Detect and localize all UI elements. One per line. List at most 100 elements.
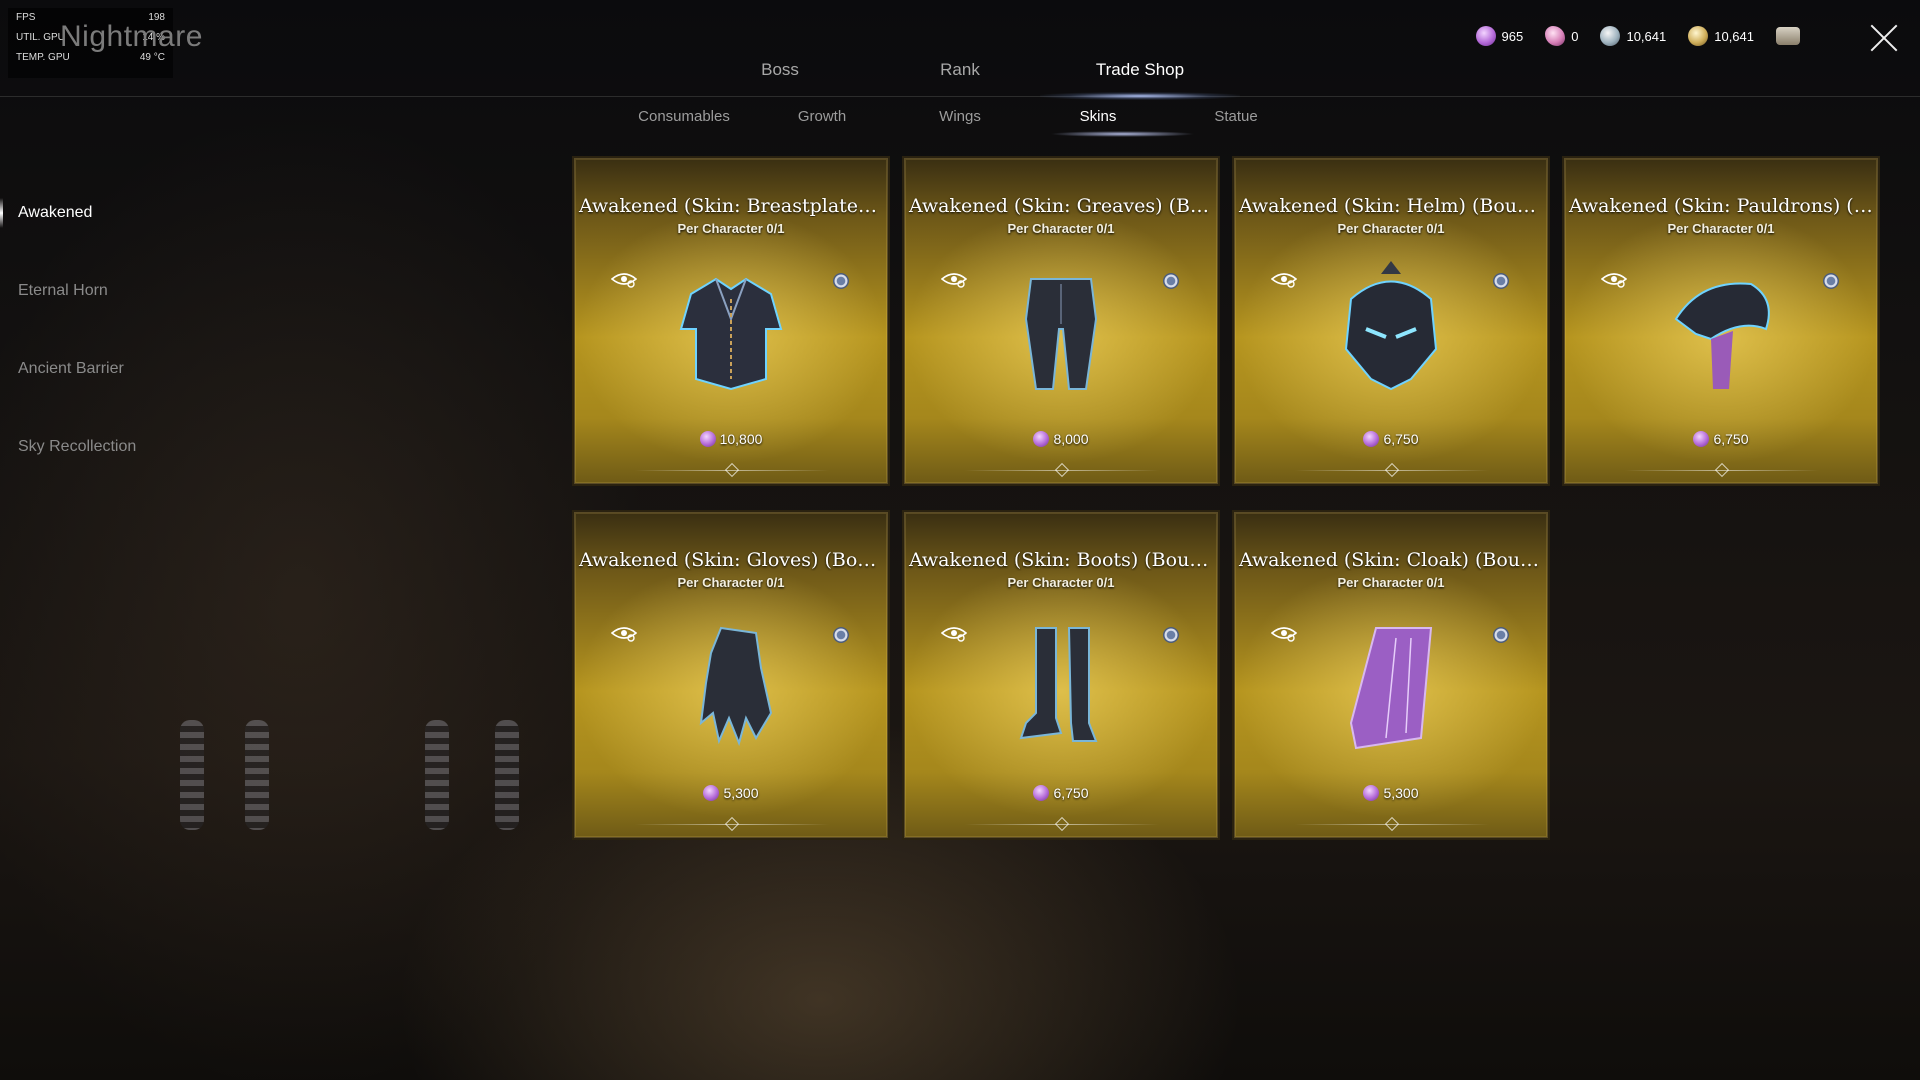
price-value: 6,750 — [1383, 431, 1419, 447]
subtab-growth[interactable]: Growth — [798, 108, 846, 125]
item-title: Awakened (Skin: Boots) (Bound) — [909, 549, 1217, 571]
zoom-icon[interactable] — [1493, 627, 1509, 643]
card-divider — [635, 465, 829, 475]
shop-item-card-helm[interactable]: Awakened (Skin: Helm) (Bound) Per Charac… — [1234, 158, 1548, 484]
price-value: 5,300 — [723, 785, 759, 801]
card-divider — [1295, 819, 1489, 829]
purchase-limit: Per Character 0/1 — [1667, 221, 1775, 236]
item-price: 8,000 — [905, 431, 1217, 447]
purchase-limit: Per Character 0/1 — [677, 575, 785, 590]
currency-value: 0 — [1571, 28, 1579, 44]
category-sidebar: Awakened Eternal Horn Ancient Barrier Sk… — [0, 190, 300, 502]
main-tabs: Boss Rank Trade Shop — [0, 60, 1920, 96]
currency-scroll[interactable] — [1776, 27, 1800, 45]
tab-rank[interactable]: Rank — [940, 60, 980, 80]
shop-item-card-greaves[interactable]: Awakened (Skin: Greaves) (Bound) Per Cha… — [904, 158, 1218, 484]
shop-item-card-breastplate[interactable]: Awakened (Skin: Breastplate) (Bound) Per… — [574, 158, 888, 484]
shop-item-card-pauldrons[interactable]: Awakened (Skin: Pauldrons) (Bound) Per C… — [1564, 158, 1878, 484]
shop-item-card-gloves[interactable]: Awakened (Skin: Gloves) (Bound) Per Char… — [574, 512, 888, 838]
price-value: 6,750 — [1053, 785, 1089, 801]
purple-gem-icon — [1693, 431, 1710, 447]
currency-purple-gem[interactable]: 965 — [1475, 26, 1524, 46]
item-price: 6,750 — [905, 785, 1217, 801]
card-divider — [1295, 465, 1489, 475]
subtab-consumables[interactable]: Consumables — [638, 108, 730, 125]
tab-divider — [0, 96, 1920, 97]
background-window — [180, 720, 204, 830]
preview-eye-icon[interactable] — [1271, 271, 1297, 289]
card-divider — [635, 819, 829, 829]
cloak-icon — [1349, 627, 1433, 750]
helm-icon — [1344, 261, 1438, 391]
close-button[interactable] — [1868, 22, 1900, 54]
preview-eye-icon[interactable] — [611, 625, 637, 643]
overlay-label: UTIL. GPU — [16, 32, 65, 43]
shop-item-card-boots[interactable]: Awakened (Skin: Boots) (Bound) Per Chara… — [904, 512, 1218, 838]
item-price: 5,300 — [575, 785, 887, 801]
pauldrons-icon — [1674, 282, 1770, 389]
purchase-limit: Per Character 0/1 — [1007, 575, 1115, 590]
sidebar-item-eternal-horn[interactable]: Eternal Horn — [0, 268, 300, 346]
item-title: Awakened (Skin: Greaves) (Bound) — [909, 195, 1217, 217]
currency-gold-coin[interactable]: 10,641 — [1688, 26, 1754, 46]
background-window — [245, 720, 269, 830]
zoom-icon[interactable] — [1823, 273, 1839, 289]
currency-bar: 965 0 10,641 10,641 — [1475, 26, 1800, 46]
preview-eye-icon[interactable] — [941, 271, 967, 289]
subtab-statue[interactable]: Statue — [1214, 108, 1257, 125]
purple-gem-icon — [699, 431, 716, 447]
zoom-icon[interactable] — [833, 273, 849, 289]
greaves-icon — [1024, 278, 1098, 390]
sidebar-item-sky-recollection[interactable]: Sky Recollection — [0, 424, 300, 502]
price-value: 5,300 — [1383, 785, 1419, 801]
currency-value: 10,641 — [1714, 28, 1754, 44]
subtab-wings[interactable]: Wings — [939, 108, 981, 125]
item-title: Awakened (Skin: Cloak) (Bound) — [1239, 549, 1547, 571]
preview-eye-icon[interactable] — [941, 625, 967, 643]
purchase-limit: Per Character 0/1 — [1337, 221, 1445, 236]
currency-silver-coin[interactable]: 10,641 — [1600, 26, 1666, 46]
zoom-icon[interactable] — [1163, 273, 1179, 289]
preview-eye-icon[interactable] — [1601, 271, 1627, 289]
sidebar-item-ancient-barrier[interactable]: Ancient Barrier — [0, 346, 300, 424]
overlay-label: FPS — [16, 12, 36, 23]
currency-value: 965 — [1501, 28, 1524, 44]
active-subtab-indicator — [1050, 131, 1195, 137]
sidebar-item-awakened[interactable]: Awakened — [0, 190, 300, 268]
purple-gem-icon — [703, 785, 720, 801]
price-value: 8,000 — [1053, 431, 1089, 447]
zoom-icon[interactable] — [1163, 627, 1179, 643]
card-divider — [965, 819, 1159, 829]
background-window — [495, 720, 519, 830]
purple-gem-icon — [1363, 431, 1380, 447]
zoom-icon[interactable] — [833, 627, 849, 643]
purple-gem-icon — [1033, 431, 1050, 447]
zoom-icon[interactable] — [1493, 273, 1509, 289]
shop-item-card-cloak[interactable]: Awakened (Skin: Cloak) (Bound) Per Chara… — [1234, 512, 1548, 838]
card-divider — [1625, 465, 1819, 475]
item-price: 6,750 — [1235, 431, 1547, 447]
sub-tabs: Consumables Growth Wings Skins Statue — [0, 108, 1920, 138]
scroll-icon — [1776, 27, 1800, 45]
purple-gem-icon — [1363, 785, 1380, 801]
background-window — [425, 720, 449, 830]
preview-eye-icon[interactable] — [611, 271, 637, 289]
pink-feather-icon — [1545, 26, 1566, 46]
gold-coin-icon — [1688, 26, 1709, 46]
tab-boss[interactable]: Boss — [761, 60, 799, 80]
price-value: 6,750 — [1713, 431, 1749, 447]
purchase-limit: Per Character 0/1 — [1007, 221, 1115, 236]
item-title: Awakened (Skin: Helm) (Bound) — [1239, 195, 1547, 217]
item-title: Awakened (Skin: Breastplate) (Bound) — [579, 195, 887, 217]
subtab-skins[interactable]: Skins — [1080, 108, 1117, 125]
purchase-limit: Per Character 0/1 — [677, 221, 785, 236]
purple-gem-icon — [1033, 785, 1050, 801]
purchase-limit: Per Character 0/1 — [1337, 575, 1445, 590]
preview-eye-icon[interactable] — [1271, 625, 1297, 643]
tab-trade-shop[interactable]: Trade Shop — [1096, 60, 1184, 80]
card-divider — [965, 465, 1159, 475]
active-tab-indicator — [1040, 92, 1240, 100]
price-value: 10,800 — [719, 431, 763, 447]
gloves-icon — [699, 626, 773, 747]
currency-pink-feather[interactable]: 0 — [1545, 26, 1578, 46]
